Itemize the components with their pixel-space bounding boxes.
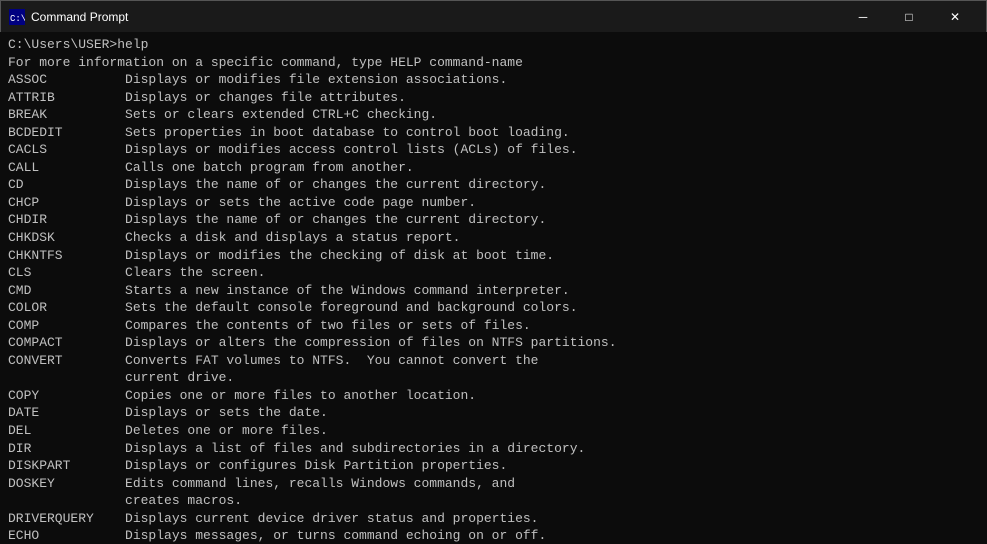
close-button[interactable]: ✕ [932,1,978,33]
console-line: DIR Displays a list of files and subdire… [8,440,979,458]
console-line: DOSKEY Edits command lines, recalls Wind… [8,475,979,493]
console-line: For more information on a specific comma… [8,54,979,72]
console-line: BREAK Sets or clears extended CTRL+C che… [8,106,979,124]
console-line: CHKNTFS Displays or modifies the checkin… [8,247,979,265]
console-line: COMPACT Displays or alters the compressi… [8,334,979,352]
console-line: CHKDSK Checks a disk and displays a stat… [8,229,979,247]
console-line: BCDEDIT Sets properties in boot database… [8,124,979,142]
console-line: DEL Deletes one or more files. [8,422,979,440]
window-controls: ─ □ ✕ [840,1,978,33]
console-line: DRIVERQUERY Displays current device driv… [8,510,979,528]
console-line: CACLS Displays or modifies access contro… [8,141,979,159]
console-line: CHDIR Displays the name of or changes th… [8,211,979,229]
console-line: DATE Displays or sets the date. [8,404,979,422]
console-line: CLS Clears the screen. [8,264,979,282]
console-line: creates macros. [8,492,979,510]
console-line: CALL Calls one batch program from anothe… [8,159,979,177]
console-output: C:\Users\USER>helpFor more information o… [0,32,987,544]
console-line: DISKPART Displays or configures Disk Par… [8,457,979,475]
maximize-button[interactable]: □ [886,1,932,33]
console-line: COPY Copies one or more files to another… [8,387,979,405]
console-line: COLOR Sets the default console foregroun… [8,299,979,317]
console-line: CMD Starts a new instance of the Windows… [8,282,979,300]
console-line: COMP Compares the contents of two files … [8,317,979,335]
svg-text:C:\: C:\ [10,14,25,24]
cmd-icon: C:\ [9,9,25,25]
console-line: CHCP Displays or sets the active code pa… [8,194,979,212]
console-line: ASSOC Displays or modifies file extensio… [8,71,979,89]
console-line: ECHO Displays messages, or turns command… [8,527,979,544]
console-line: C:\Users\USER>help [8,36,979,54]
title-bar: C:\ Command Prompt ─ □ ✕ [0,0,987,32]
window-title: Command Prompt [31,10,840,24]
console-line: ATTRIB Displays or changes file attribut… [8,89,979,107]
console-line: CD Displays the name of or changes the c… [8,176,979,194]
console-line: CONVERT Converts FAT volumes to NTFS. Yo… [8,352,979,370]
console-line: current drive. [8,369,979,387]
minimize-button[interactable]: ─ [840,1,886,33]
